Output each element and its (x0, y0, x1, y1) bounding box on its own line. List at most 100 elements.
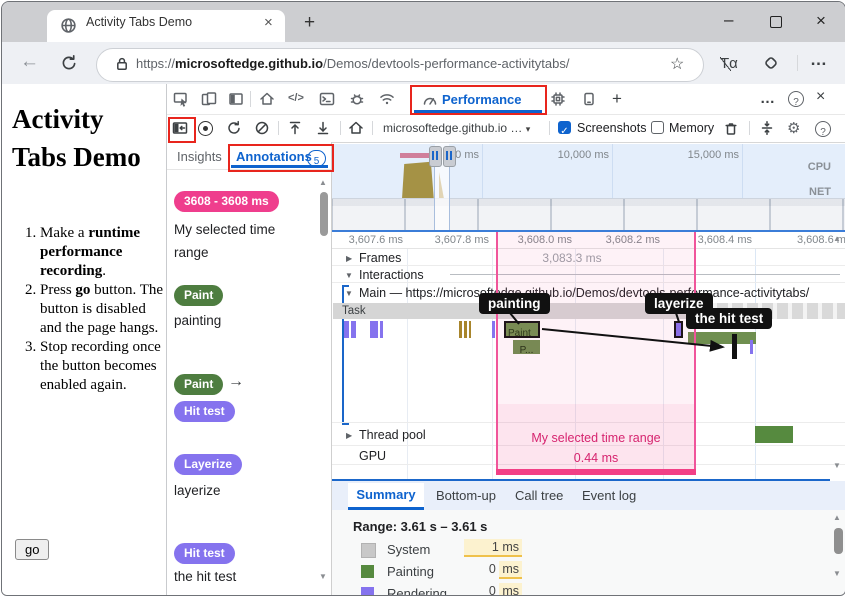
summary-scroll-down-icon[interactable]: ▼ (833, 569, 841, 578)
overview-tick: 15,000 ms (679, 149, 739, 161)
annotation-link-from-badge[interactable]: Paint (174, 374, 223, 395)
url-scheme: https:// (136, 56, 175, 71)
read-aloud-icon[interactable]: Tα (720, 55, 738, 72)
annotation-box-performance (410, 85, 547, 115)
perf-help-icon[interactable]: ? (815, 121, 831, 137)
home-origin-icon[interactable] (348, 120, 364, 136)
annotation-link-to-badge[interactable]: Hit test (174, 401, 235, 422)
legend-value-highlight: 1 ms (464, 539, 522, 557)
legend-swatch-rendering (361, 587, 374, 595)
screenshots-label[interactable]: Screenshots (577, 121, 646, 135)
more-tabs-button[interactable]: + (612, 89, 622, 109)
summary-scroll-up-icon[interactable]: ▲ (833, 513, 841, 522)
sidebar-scroll-down-icon[interactable]: ▼ (319, 572, 327, 581)
go-button[interactable]: go (15, 539, 49, 560)
selection-guide-line (449, 162, 450, 230)
device-emulation-icon[interactable] (201, 91, 217, 107)
maximize-button[interactable] (770, 16, 782, 28)
devtools-menu-icon[interactable]: … (760, 90, 775, 107)
lock-icon[interactable] (114, 56, 130, 72)
summary-panel: Range: 3.61 s – 3.61 s System 1 ms Paint… (332, 510, 845, 595)
annotation-hittest-badge[interactable]: Hit test (174, 543, 235, 564)
painting-annotation-tooltip[interactable]: painting (479, 293, 550, 314)
timeline-scroll-up-icon[interactable]: ▲ (833, 234, 841, 243)
tab-event-log[interactable]: Event log (582, 488, 636, 503)
overview-tick: 10,000 ms (549, 149, 609, 161)
screenshots-checkbox[interactable]: ✓ (558, 121, 571, 134)
sidebar-scrollbar-thumb[interactable] (320, 192, 328, 236)
clear-icon[interactable] (254, 120, 270, 136)
favorite-star-icon[interactable]: ☆ (670, 54, 684, 74)
link-arrow-icon: → (228, 373, 244, 391)
console-icon[interactable] (319, 91, 335, 107)
devtools-help-icon[interactable]: ? (788, 91, 804, 107)
legend-value-number: 0 (489, 562, 496, 576)
instructions-list: Make a runtime performance recording. Pr… (24, 224, 166, 395)
page-pane: Activity Tabs Demo Make a runtime perfor… (2, 84, 167, 595)
filmstrip[interactable] (332, 198, 845, 230)
application-icon[interactable] (581, 91, 597, 107)
annotation-layerize-badge[interactable]: Layerize (174, 454, 242, 475)
home-icon[interactable] (259, 91, 275, 107)
activity-bar-icon[interactable] (228, 91, 244, 107)
check-icon: ✓ (560, 126, 568, 137)
sidebar-scroll-up-icon[interactable]: ▲ (319, 178, 327, 187)
reload-record-icon[interactable] (226, 120, 242, 136)
annotation-label[interactable]: painting (174, 313, 221, 328)
bug-icon[interactable] (349, 91, 365, 107)
back-button[interactable]: ← (20, 51, 39, 73)
summary-scrollbar-thumb[interactable] (834, 528, 843, 554)
annotation-box-sidebar-toggle (168, 117, 196, 143)
reload-icon[interactable] (60, 54, 78, 72)
tabbar-divider (250, 91, 251, 107)
trash-icon[interactable] (723, 120, 739, 136)
question-glyph: ? (820, 127, 826, 138)
memory-chip-icon[interactable] (550, 91, 566, 107)
timeline-detail[interactable]: 3,607.6 ms 3,607.8 ms 3,608.0 ms 3,608.2… (332, 232, 845, 479)
annotation-label[interactable]: My selected time range (174, 218, 306, 264)
url-text[interactable]: https://microsoftedge.github.io/Demos/de… (136, 56, 569, 71)
legend-name: System (387, 542, 430, 557)
collapse-panels-icon[interactable] (759, 120, 775, 136)
new-tab-button[interactable]: + (304, 12, 315, 34)
list-item: Press go button. The button is disabled … (40, 281, 166, 338)
browser-essentials-icon[interactable] (762, 54, 780, 72)
memory-checkbox[interactable] (651, 121, 664, 134)
tab-bottom-up[interactable]: Bottom-up (436, 488, 496, 503)
legend-value-unit: ms (499, 561, 522, 579)
network-conditions-icon[interactable] (379, 91, 395, 107)
selected-range-label: My selected time range (496, 431, 696, 445)
browser-menu-icon[interactable]: … (810, 50, 828, 70)
memory-label[interactable]: Memory (669, 121, 714, 135)
tab-call-tree[interactable]: Call tree (515, 488, 563, 503)
annotation-label[interactable]: layerize (174, 483, 221, 498)
annotation-label[interactable]: the hit test (174, 569, 236, 584)
elements-icon[interactable]: </> (288, 92, 304, 104)
tab-insights[interactable]: Insights (177, 149, 222, 164)
record-button-dot (203, 126, 208, 131)
origin-label: microsoftedge.github.io … (383, 121, 522, 135)
legend-name: Painting (387, 564, 434, 579)
tab-close-icon[interactable]: × (264, 14, 273, 31)
settings-gear-icon[interactable]: ⚙ (787, 119, 800, 137)
close-window-button[interactable]: × (816, 11, 826, 31)
devtools-close-icon[interactable]: × (816, 88, 825, 106)
question-glyph: ? (793, 97, 799, 108)
timeline-overview[interactable]: 5,000 ms 10,000 ms 15,000 ms CPU NET (332, 144, 845, 230)
origin-dropdown[interactable]: microsoftedge.github.io … ▾ (383, 121, 530, 135)
download-profile-icon[interactable] (315, 120, 331, 136)
handle-grip (446, 151, 448, 160)
upload-profile-icon[interactable] (287, 120, 303, 136)
annotation-box-annotations-tab (228, 144, 334, 172)
hit-test-annotation-tooltip[interactable]: the hit test (686, 308, 772, 329)
annotation-time-range-badge[interactable]: 3608 - 3608 ms (174, 191, 279, 212)
timeline-scroll-down-icon[interactable]: ▼ (833, 461, 841, 470)
url-path: /Demos/devtools-performance-activitytabs… (323, 56, 569, 71)
annotation-paint-badge[interactable]: Paint (174, 285, 223, 306)
selected-range-value: 0.44 ms (496, 451, 696, 465)
tab-summary[interactable]: Summary (348, 483, 424, 507)
perf-divider (340, 121, 341, 135)
inspect-icon[interactable] (173, 91, 189, 107)
handle-grip (450, 151, 452, 160)
minimize-button[interactable]: – (724, 10, 733, 30)
